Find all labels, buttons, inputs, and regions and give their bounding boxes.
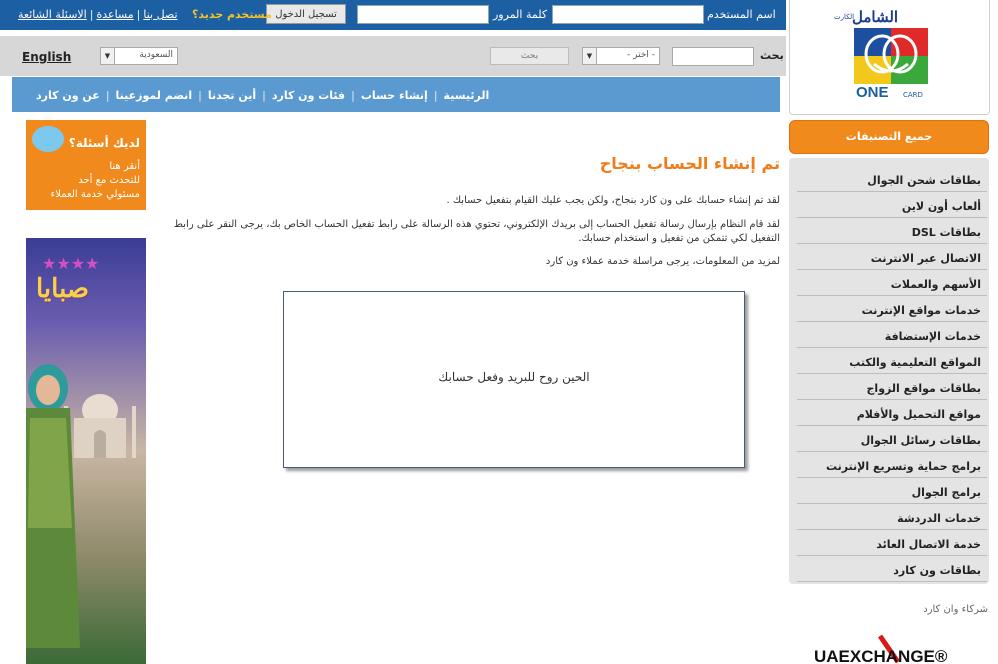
sidebar-item-label: برامج حماية وتسريع الإنترنت [825, 460, 981, 473]
sidebar-item-downloads[interactable]: مواقع التحميل والأفلام [797, 402, 987, 426]
search-label: بحث [760, 49, 784, 62]
sidebar-item-label: خدمة الاتصال العائد [876, 538, 981, 551]
chat-bubble-icon [32, 126, 64, 152]
separator: | [198, 89, 202, 102]
sidebar-item-label: خدمات الدردشة [897, 512, 981, 525]
character-illustration [26, 364, 80, 648]
new-user-link[interactable]: مستخدم جديد؟ [192, 8, 272, 21]
sidebar-item-dsl[interactable]: بطاقات DSL [797, 220, 987, 244]
questions-banner-line: مسئولي خدمة العملاء [50, 189, 140, 200]
nav-categories[interactable]: فئات ون كارد [272, 89, 345, 102]
success-paragraph: لقد تم إنشاء حسابك على ون كارد بنجاح، ول… [446, 195, 781, 206]
category-select[interactable]: ▼ - اختر - [582, 47, 660, 65]
username-input[interactable] [552, 5, 704, 24]
separator: | [136, 8, 141, 21]
top-login-bar: اسم المستخدم كلمة المرور تسجيل الدخول مس… [0, 0, 786, 30]
sidebar-item-label: بطاقات ون كارد [893, 564, 981, 577]
sidebar-item-label: المواقع التعليمية والكتب [849, 356, 981, 369]
sidebar-item-mobile-recharge[interactable]: بطاقات شحن الجوال [797, 168, 987, 192]
uae-exchange-logo[interactable]: UAEXCHANGE® [814, 632, 964, 664]
sidebar-item-label: بطاقات DSL [911, 226, 981, 239]
info-paragraph: لمزيد من المعلومات، يرجى مراسلة خدمة عمل… [545, 256, 780, 267]
uae-exchange-text: UAEXCHANGE® [814, 647, 948, 664]
questions-banner[interactable]: لديك أسئلة؟ أنقر هنا للتحدث مع أحد مسئول… [26, 120, 146, 210]
all-categories-button[interactable]: جميع التصنيفات [789, 120, 989, 154]
sidebar-item-education[interactable]: المواقع التعليمية والكتب [797, 350, 987, 374]
questions-banner-text: أنقر هنا للتحدث مع أحد مسئولي خدمة العمل… [51, 160, 140, 202]
sidebar-item-label: ألعاب أون لاين [901, 200, 981, 213]
sidebar-item-web-services[interactable]: خدمات مواقع الإنترنت [797, 298, 987, 322]
sabaya-ad-banner[interactable]: ★★★★ صبايا [26, 238, 146, 664]
search-button[interactable]: بحث [490, 47, 569, 65]
separator: | [105, 89, 110, 102]
password-input[interactable] [357, 5, 489, 24]
sidebar-item-label: مواقع التحميل والأفلام [856, 408, 981, 421]
sidebar-item-chat[interactable]: خدمات الدردشة [797, 506, 987, 530]
sidebar-item-label: بطاقات شحن الجوال [867, 174, 981, 187]
sidebar-item-label: بطاقات رسائل الجوال [860, 434, 981, 447]
english-language-link[interactable]: English [22, 50, 71, 64]
activation-paragraph: لقد قام النظام بإرسال رسالة تفعيل الحساب… [173, 219, 780, 244]
separator: | [433, 89, 438, 102]
sidebar-item-label: الاتصال عبر الانترنت [870, 252, 981, 265]
search-input[interactable] [672, 47, 754, 66]
sidebar-item-callback[interactable]: خدمة الاتصال العائد [797, 532, 987, 556]
sidebar-item-sms-cards[interactable]: بطاقات رسائل الجوال [797, 428, 987, 452]
separator: | [351, 89, 355, 102]
country-select[interactable]: ▼ السعودية [100, 47, 178, 65]
sidebar-item-stocks[interactable]: الأسهم والعملات [797, 272, 987, 296]
chevron-down-icon: ▼ [101, 48, 115, 64]
sidebar-item-label: الأسهم والعملات [890, 278, 981, 291]
sidebar-item-marriage-sites[interactable]: بطاقات مواقع الزواج [797, 376, 987, 400]
sidebar-item-security-software[interactable]: برامج حماية وتسريع الإنترنت [797, 454, 987, 478]
nav-about[interactable]: عن ون كارد [36, 89, 100, 102]
chevron-down-icon: ▼ [583, 48, 597, 64]
all-categories-label: جميع التصنيفات [845, 130, 933, 143]
page-title: تم إنشاء الحساب بنجاح [599, 154, 780, 173]
questions-banner-title: لديك أسئلة؟ [68, 136, 140, 150]
password-label: كلمة المرور [493, 8, 548, 21]
category-select-value: - اختر - [627, 50, 655, 60]
questions-banner-line: أنقر هنا [109, 161, 140, 172]
sidebar-item-mobile-apps[interactable]: برامج الجوال [797, 480, 987, 504]
message-box: الحين روح للبريد وفعل حسابك [283, 291, 745, 468]
contact-link[interactable]: تصل بنا [143, 8, 177, 21]
partners-label: شركاء وان كارد [923, 604, 988, 615]
sidebar-item-hosting[interactable]: خدمات الإستضافة [797, 324, 987, 348]
sidebar-item-label: بطاقات مواقع الزواج [866, 382, 982, 395]
sidebar-item-label: خدمات مواقع الإنترنت [861, 304, 981, 317]
country-select-value: السعودية [139, 50, 173, 60]
sidebar-item-online-games[interactable]: ألعاب أون لاين [797, 194, 987, 218]
sidebar-item-label: خدمات الإستضافة [884, 330, 981, 343]
main-nav: الرئيسية | إنشاء حساب | فئات ون كارد | أين تجد… [12, 77, 780, 112]
top-links: تصل بنا|مساعدة|الاسئلة الشائعة [18, 8, 178, 21]
logo-arabic-text: الشامل [852, 8, 899, 26]
nav-items: الرئيسية | إنشاء حساب | فئات ون كارد | أين تجد… [36, 89, 489, 102]
sidebar-item-label: برامج الجوال [911, 486, 981, 499]
sidebar-item-onecard-cards[interactable]: بطاقات ون كارد [797, 558, 987, 582]
nav-home[interactable]: الرئيسية [444, 89, 490, 102]
faq-link[interactable]: الاسئلة الشائعة [18, 8, 87, 21]
nav-create-account[interactable]: إنشاء حساب [361, 89, 428, 102]
message-text: الحين روح للبريد وفعل حسابك [438, 370, 590, 384]
nav-join-distributors[interactable]: انضم لموزعينا [116, 89, 193, 102]
username-label: اسم المستخدم [707, 8, 776, 21]
login-button[interactable]: تسجيل الدخول [266, 4, 346, 24]
help-link[interactable]: مساعدة [96, 8, 133, 21]
onecard-logo-icon [854, 28, 928, 84]
nav-where-to-find[interactable]: أين تجدنا [208, 89, 256, 102]
logo-card-text: CARD [903, 91, 923, 99]
questions-banner-line: للتحدث مع أحد [78, 175, 140, 186]
stars-icon: ★★★★ [42, 254, 100, 273]
separator: | [262, 89, 266, 102]
sidebar-item-internet-calling[interactable]: الاتصال عبر الانترنت [797, 246, 987, 270]
logo-one-text: ONE [856, 84, 889, 101]
sabaya-title: صبايا [36, 274, 90, 304]
separator: | [89, 8, 94, 21]
